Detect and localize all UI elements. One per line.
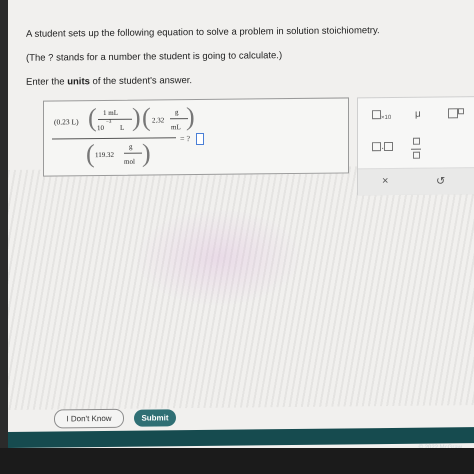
screen-moire: [8, 165, 474, 410]
footer-bar: [8, 427, 474, 448]
undo-icon[interactable]: ↺: [436, 174, 445, 187]
screen-bezel: [0, 448, 474, 474]
denominator-box-icon: [412, 151, 420, 159]
paren-close-3: ): [142, 138, 151, 168]
frac1-line: [98, 118, 132, 121]
mu-button[interactable]: μ: [415, 109, 421, 120]
fraction-button[interactable]: [411, 137, 421, 162]
superscript-button[interactable]: [448, 108, 464, 121]
answer-box[interactable]: (0.23 L) ( 1 mL 10 −3 L ) ( 2.32 g mL ) …: [43, 97, 349, 177]
submit-button[interactable]: Submit: [134, 409, 176, 427]
question-line-3-suffix: of the student's answer.: [89, 75, 193, 88]
multiply-dot-button[interactable]: ·: [372, 141, 394, 154]
denom-frac-denominator: mol: [124, 157, 135, 166]
answer-input-cursor[interactable]: [196, 132, 204, 146]
paren-close-2: ): [186, 102, 195, 132]
frac2-denominator: mL: [171, 123, 181, 132]
question-line-3: Enter the units of the student's answer.: [26, 72, 380, 90]
question-text: A student sets up the following equation…: [26, 24, 380, 100]
units-emphasis: units: [67, 76, 90, 88]
frac1-den-base: 10: [97, 123, 104, 133]
fraction-bar-icon: [411, 148, 421, 150]
math-palette: ×10 μ · × ↺: [357, 96, 474, 196]
frac1-den-unit: L: [120, 123, 125, 132]
exponent-box-icon: [458, 108, 464, 115]
paren-open-1: (: [88, 103, 97, 133]
denom-value: 119.32: [95, 150, 114, 160]
screen: A student sets up the following equation…: [8, 0, 474, 474]
frac1-numerator: 1 mL: [103, 108, 118, 118]
paren-open-3: (: [86, 139, 95, 169]
question-line-1: A student sets up the following equation…: [26, 25, 380, 40]
dont-know-button[interactable]: I Don't Know: [54, 408, 124, 429]
times-ten-label: ×10: [381, 114, 392, 122]
term-volume: (0.23 L): [54, 117, 79, 127]
question-line-2: (The ? stands for a number the student i…: [26, 50, 283, 64]
paren-close-1: ): [132, 102, 141, 132]
base-box-icon: [448, 108, 458, 119]
times-ten-power-button[interactable]: ×10: [372, 110, 391, 122]
denom-frac-numerator: g: [129, 142, 133, 151]
paren-open-2: (: [142, 102, 151, 132]
denom-frac-line: [124, 152, 142, 154]
palette-actions: × ↺: [358, 167, 474, 196]
question-line-3-prefix: Enter the: [26, 76, 68, 88]
frac1-den-exp: −3: [106, 119, 112, 125]
box-icon: [372, 110, 381, 120]
left-box-icon: [372, 142, 381, 152]
term-density-value: 2.32: [152, 116, 165, 125]
clear-icon[interactable]: ×: [382, 175, 388, 187]
numerator-box-icon: [412, 137, 420, 145]
right-box-icon: [384, 141, 394, 152]
equation: (0.23 L) ( 1 mL 10 −3 L ) ( 2.32 g mL ) …: [50, 102, 300, 172]
equals-question: = ?: [180, 134, 191, 144]
frac2-numerator: g: [175, 108, 179, 117]
main-fraction-line: [52, 137, 176, 140]
